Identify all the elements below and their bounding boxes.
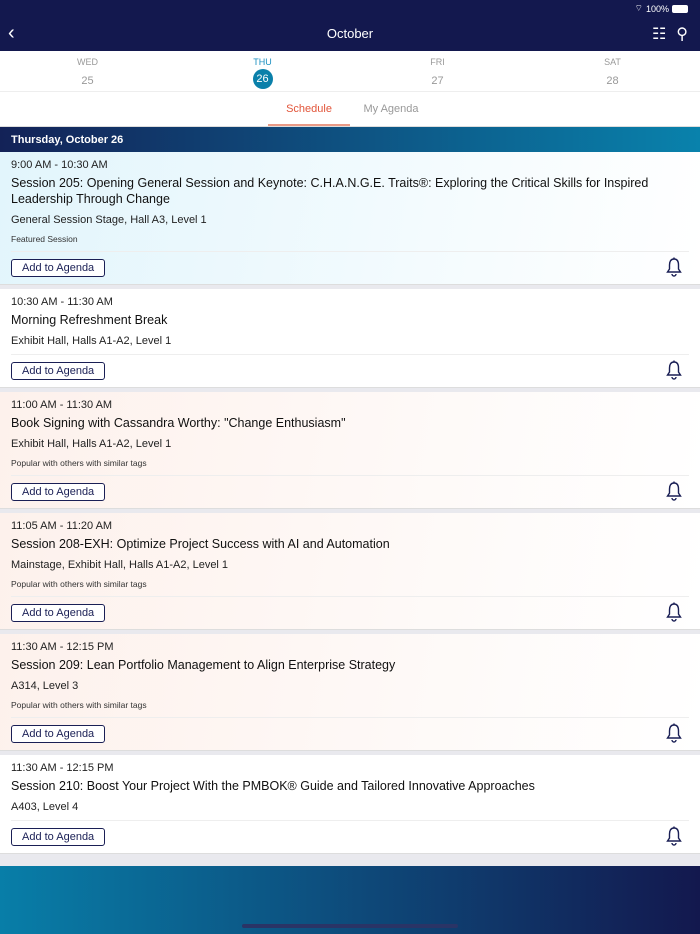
day-date: 26 [252,69,273,89]
day-selector: WED 25 THU 26 FRI 27 SAT 28 [0,51,700,92]
bell-icon[interactable] [665,481,683,501]
day-name: SAT [604,57,621,67]
bottom-bar [0,866,700,934]
day-date: 28 [606,75,619,87]
bell-icon[interactable] [665,257,683,277]
session-location: Mainstage, Exhibit Hall, Halls A1-A2, Le… [11,559,229,571]
session-title[interactable]: Session 208-EXH: Optimize Project Succes… [11,536,689,552]
session-title[interactable]: Session 209: Lean Portfolio Management t… [11,657,689,673]
day-name: THU [253,57,272,67]
add-to-agenda-button[interactable]: Add to Agenda [11,483,106,501]
session-card[interactable]: 11:30 AM - 12:15 PM Session 209: Lean Po… [0,634,700,751]
wifi-icon: ⌔ [634,3,643,13]
session-time: 11:30 AM - 12:15 PM [11,762,114,774]
session-title[interactable]: Morning Refreshment Break [11,312,689,328]
day-name: FRI [430,57,445,67]
top-bar: ⌔ 100% ‹ October ☷ ⚲ [0,0,700,51]
home-indicator[interactable] [242,924,458,928]
battery-text: 100% [645,3,669,14]
session-title[interactable]: Book Signing with Cassandra Worthy: "Cha… [11,415,689,431]
session-location: Exhibit Hall, Halls A1-A2, Level 1 [11,438,172,450]
tab-schedule[interactable]: Schedule [268,92,350,126]
add-to-agenda-button[interactable]: Add to Agenda [11,259,106,277]
day-wed[interactable]: WED 25 [0,51,175,91]
session-time: 9:00 AM - 10:30 AM [11,159,108,171]
session-card[interactable]: 10:30 AM - 11:30 AM Morning Refreshment … [0,289,700,388]
search-icon[interactable]: ⚲ [676,24,688,44]
day-fri[interactable]: FRI 27 [350,51,525,91]
session-title[interactable]: Session 205: Opening General Session and… [11,175,689,207]
session-location: General Session Stage, Hall A3, Level 1 [11,214,207,226]
session-time: 11:30 AM - 12:15 PM [11,641,114,653]
bell-icon[interactable] [665,826,683,846]
filter-icon[interactable]: ☷ [652,24,666,44]
session-time: 11:00 AM - 11:30 AM [11,399,113,411]
session-card[interactable]: 11:00 AM - 11:30 AM Book Signing with Ca… [0,392,700,509]
day-thu[interactable]: THU 26 [175,51,350,91]
session-note: Popular with others with similar tags [11,700,147,710]
session-note: Popular with others with similar tags [11,579,147,589]
day-date: 27 [431,75,444,87]
session-time: 11:05 AM - 11:20 AM [11,520,113,532]
session-card[interactable]: 11:30 AM - 12:15 PM Session 210: Boost Y… [0,755,700,854]
session-location: Exhibit Hall, Halls A1-A2, Level 1 [11,335,172,347]
add-to-agenda-button[interactable]: Add to Agenda [11,604,106,622]
tab-bar: Schedule My Agenda [0,92,700,127]
day-heading: Thursday, October 26 [0,127,700,152]
tab-my-agenda[interactable]: My Agenda [350,92,432,126]
session-title[interactable]: Session 210: Boost Your Project With the… [11,778,689,794]
status-bar: ⌔ 100% [634,3,688,14]
session-note: Featured Session [11,234,78,244]
session-location: A314, Level 3 [11,680,79,692]
session-list: 9:00 AM - 10:30 AM Session 205: Opening … [0,152,700,854]
page-title: October [326,26,374,41]
day-sat[interactable]: SAT 28 [525,51,700,91]
battery-icon [672,4,688,13]
session-card[interactable]: 11:05 AM - 11:20 AM Session 208-EXH: Opt… [0,513,700,630]
bell-icon[interactable] [665,602,683,622]
add-to-agenda-button[interactable]: Add to Agenda [11,362,106,380]
add-to-agenda-button[interactable]: Add to Agenda [11,828,106,846]
session-location: A403, Level 4 [11,801,79,813]
session-time: 10:30 AM - 11:30 AM [11,296,113,308]
bell-icon[interactable] [665,360,683,380]
day-date: 25 [81,75,94,87]
bell-icon[interactable] [665,723,683,743]
session-card[interactable]: 9:00 AM - 10:30 AM Session 205: Opening … [0,152,700,285]
add-to-agenda-button[interactable]: Add to Agenda [11,725,106,743]
day-name: WED [77,57,98,67]
session-note: Popular with others with similar tags [11,458,147,468]
